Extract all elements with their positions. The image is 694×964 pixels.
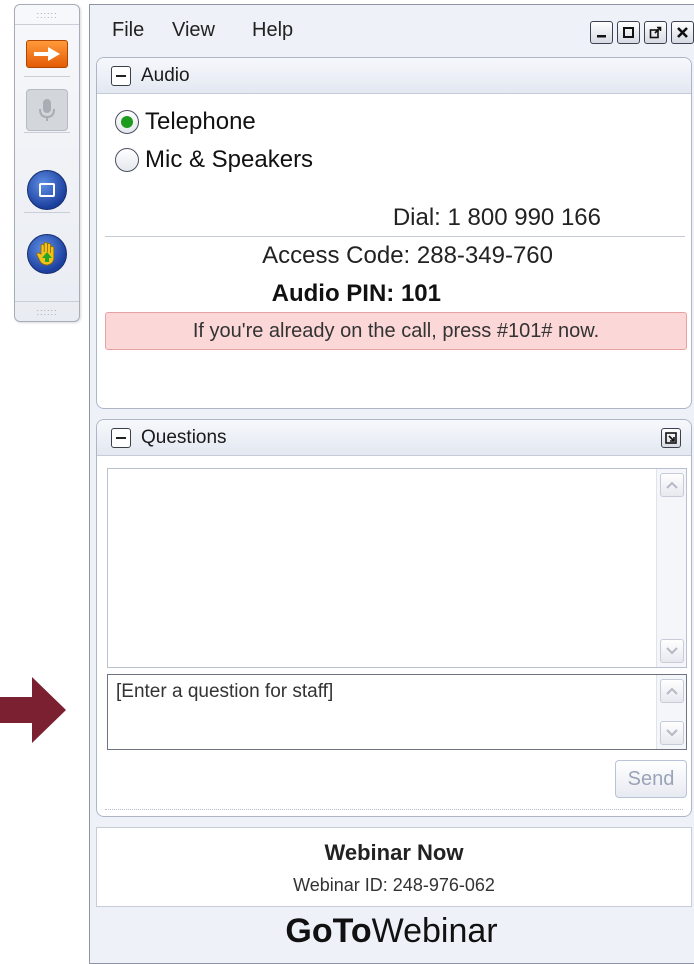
scroll-up-button[interactable]	[660, 473, 684, 497]
questions-section-title: Questions	[141, 426, 227, 448]
raise-hand-button[interactable]	[27, 234, 67, 274]
collapse-audio-button[interactable]	[111, 65, 131, 86]
questions-log[interactable]	[107, 468, 687, 668]
maximize-button[interactable]	[617, 21, 640, 44]
close-button[interactable]	[671, 21, 694, 44]
menu-file[interactable]: File	[112, 19, 144, 42]
brand-bold: GoTo	[285, 912, 372, 950]
webinar-info: Webinar Now Webinar ID: 248-976-062	[96, 827, 692, 907]
popout-button[interactable]	[644, 21, 667, 44]
raise-hand-tool[interactable]	[24, 231, 70, 277]
questions-section: Questions [Enter a question for staff] S…	[96, 419, 692, 817]
pointer-arrow-icon	[0, 677, 66, 743]
mic-speakers-radio[interactable]	[115, 148, 139, 172]
brand-light: Webinar	[371, 912, 498, 950]
input-scroll-down-button[interactable]	[660, 721, 684, 745]
audio-divider	[105, 236, 685, 237]
toolbar-grip-bottom[interactable]: ::::::	[15, 301, 79, 321]
already-on-call-notice: If you're already on the call, press #10…	[105, 312, 687, 350]
chevron-up-icon	[666, 481, 678, 489]
screen-share-button[interactable]	[27, 169, 67, 210]
telephone-option[interactable]: Telephone	[115, 108, 256, 136]
microphone-icon	[39, 98, 55, 121]
chevron-down-icon	[666, 729, 678, 737]
toolbar-grip-top[interactable]: ::::::	[15, 5, 79, 25]
audio-section-header: Audio	[97, 58, 691, 94]
minus-icon	[116, 74, 126, 77]
show-hide-panel-button[interactable]	[26, 39, 68, 68]
screen-share-tool[interactable]	[24, 167, 70, 213]
webinar-name: Webinar Now	[324, 840, 464, 865]
show-hide-panel-tool[interactable]	[24, 31, 70, 77]
collapse-questions-button[interactable]	[111, 427, 131, 448]
question-input[interactable]: [Enter a question for staff]	[107, 674, 687, 750]
minimize-icon	[597, 35, 606, 38]
questions-popout-button[interactable]	[661, 428, 681, 448]
audio-section-title: Audio	[141, 64, 190, 86]
telephone-label: Telephone	[145, 108, 256, 135]
control-panel: File View Help Audio Telephone Mic & Spe…	[89, 4, 694, 964]
input-scroll-up-button[interactable]	[660, 679, 684, 703]
popout-icon	[665, 432, 677, 444]
access-code: Access Code: 288-349-760	[262, 242, 553, 269]
chevron-down-icon	[666, 647, 678, 655]
close-icon	[677, 27, 688, 38]
chevron-up-icon	[666, 687, 678, 695]
menu-bar: File View Help	[90, 5, 694, 57]
menu-help[interactable]: Help	[252, 19, 293, 42]
radio-selected-dot	[121, 116, 133, 128]
microphone-button[interactable]	[26, 88, 68, 131]
raise-hand-icon	[36, 242, 55, 266]
floating-toolbar: ::::::::::::	[14, 4, 80, 322]
minimize-button[interactable]	[590, 21, 613, 44]
audio-section: Audio Telephone Mic & Speakers Dial: 1 8…	[96, 57, 692, 409]
arrow-right-icon	[34, 46, 60, 61]
scroll-down-button[interactable]	[660, 639, 684, 663]
maximize-icon	[623, 27, 634, 38]
gotowebinar-logo: GoToWebinar	[89, 912, 694, 951]
mic-speakers-label: Mic & Speakers	[145, 146, 314, 173]
questions-section-header: Questions	[97, 420, 691, 456]
minus-icon	[116, 436, 126, 439]
webinar-id: Webinar ID: 248-976-062	[293, 875, 495, 895]
popout-icon	[649, 26, 662, 39]
microphone-tool[interactable]	[24, 87, 70, 133]
send-button[interactable]: Send	[615, 760, 687, 798]
window-controls	[590, 21, 694, 44]
question-input-scrollbar[interactable]	[656, 675, 686, 749]
section-resize-grip[interactable]	[105, 809, 683, 810]
dial-number: Dial: 1 800 990 166	[392, 204, 601, 231]
menu-view[interactable]: View	[172, 19, 215, 42]
question-input-placeholder: [Enter a question for staff]	[116, 681, 334, 702]
mic-speakers-option[interactable]: Mic & Speakers	[115, 146, 313, 174]
audio-pin: Audio PIN: 101	[271, 280, 441, 307]
questions-log-scrollbar[interactable]	[656, 469, 686, 667]
telephone-radio[interactable]	[115, 110, 139, 134]
screen-share-icon	[39, 182, 55, 197]
